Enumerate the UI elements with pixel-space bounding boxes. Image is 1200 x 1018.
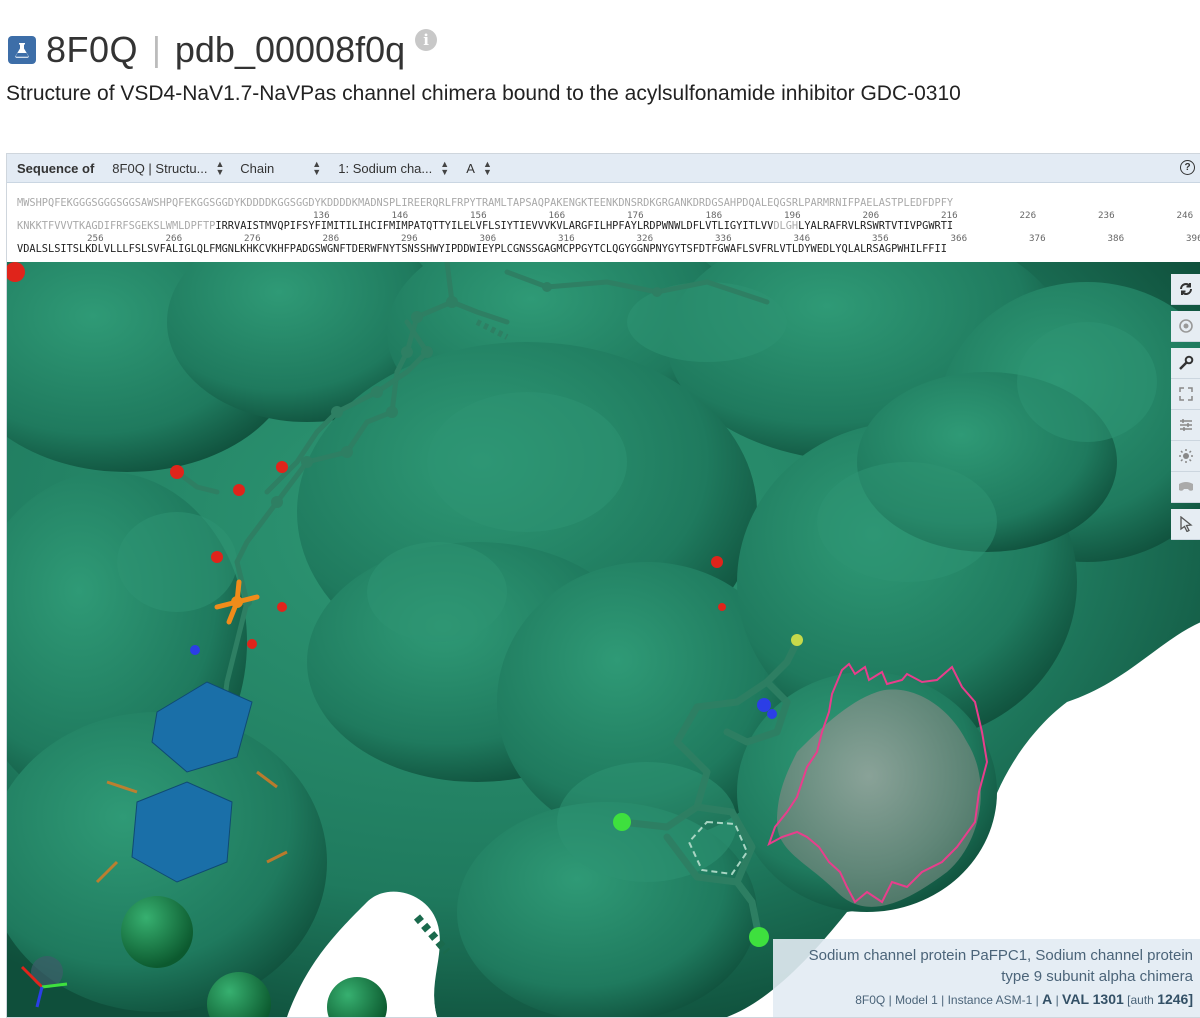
sequence-number: 386 [1107, 233, 1125, 244]
selection-mode-button[interactable] [1171, 509, 1200, 540]
entity-select[interactable]: 1: Sodium cha... ▲ ▼ [338, 159, 452, 177]
controls-button[interactable] [1171, 348, 1200, 379]
ion-sphere [121, 896, 193, 968]
updown-icon: ▲ ▼ [482, 159, 492, 177]
entry-subtitle: Structure of VSD4-NaV1.7-NaVPas channel … [6, 82, 961, 105]
screenshot-button[interactable] [1171, 311, 1200, 342]
sequence-number: 226 [1019, 210, 1037, 221]
sequence-number: 246 [1176, 210, 1194, 221]
chain-select[interactable]: A ▲ ▼ [466, 159, 492, 177]
molecule-canvas[interactable]: Sodium channel protein PaFPC1, Sodium ch… [7, 222, 1200, 1017]
updown-icon: ▲ ▼ [215, 159, 225, 177]
sequence-panel[interactable]: MWSHPQFEKGGGSGGGSGGSAWSHPQFEKGGSGGDYKDDD… [7, 183, 1200, 262]
viewer-toolbar [1171, 274, 1200, 540]
sequence-number: 366 [950, 233, 968, 244]
entry-id: pdb_00008f0q [174, 29, 406, 70]
settings-button[interactable] [1171, 410, 1200, 441]
sequence-label: Sequence of [17, 160, 95, 176]
vr-icon [1179, 482, 1193, 491]
sequence-toolbar: Sequence of 8F0Q | Structu... ▲ ▼ Chain ▲… [7, 154, 1200, 183]
title-separator: | [152, 30, 161, 69]
sequence-line-1[interactable]: MWSHPQFEKGGGSGGGSGGSAWSHPQFEKGGSGGDYKDDD… [17, 197, 953, 209]
flask-icon [8, 36, 36, 64]
entity-description-line-2: type 9 subunit alpha chimera [1001, 968, 1193, 985]
settings-icon [1180, 419, 1192, 431]
controls-icon [1179, 355, 1194, 370]
sequence-line-3[interactable]: VDALSLSITSLKDLVLLLFSLSVFALIGLQLFMGNLKHKC… [17, 243, 947, 255]
reset-camera-icon [1180, 283, 1192, 295]
reset-camera-button[interactable] [1171, 274, 1200, 305]
updown-icon: ▲ ▼ [440, 159, 450, 177]
help-icon[interactable]: ? [1180, 160, 1195, 175]
entity-description-line-1: Sodium channel protein PaFPC1, Sodium ch… [808, 947, 1193, 964]
mode-select[interactable]: Chain ▲ ▼ [240, 159, 324, 177]
structure-select[interactable]: 8F0Q | Structu... ▲ ▼ [112, 159, 226, 177]
lighting-icon [1179, 449, 1193, 463]
lighting-button[interactable] [1171, 441, 1200, 472]
entry-header: 8F0Q | pdb_00008f0q i [8, 28, 438, 72]
hover-info-panel: Sodium channel protein PaFPC1, Sodium ch… [773, 939, 1200, 1017]
pdb-id: 8F0Q [46, 29, 139, 70]
info-icon[interactable]: i [415, 29, 438, 51]
sequence-number: 236 [1098, 210, 1115, 221]
residue-location: 8F0Q | Model 1 | Instance ASM-1 | A | VA… [855, 991, 1193, 1007]
vr-button[interactable] [1171, 472, 1200, 503]
sequence-number: 376 [1029, 233, 1046, 244]
screenshot-icon [1179, 319, 1193, 333]
sequence-number: 396 [1186, 233, 1200, 244]
expand-button[interactable] [1171, 379, 1200, 410]
selection-mode-icon [1180, 516, 1193, 532]
updown-icon: ▲ ▼ [312, 159, 322, 177]
expand-icon [1179, 387, 1193, 401]
molstar-viewer: Sequence of 8F0Q | Structu... ▲ ▼ Chain ▲… [6, 153, 1200, 1018]
sequence-line-2[interactable]: KNKKTFVVVTKAGDIFRFSGEKSLWMLDPFTPIRRVAIST… [17, 220, 953, 232]
